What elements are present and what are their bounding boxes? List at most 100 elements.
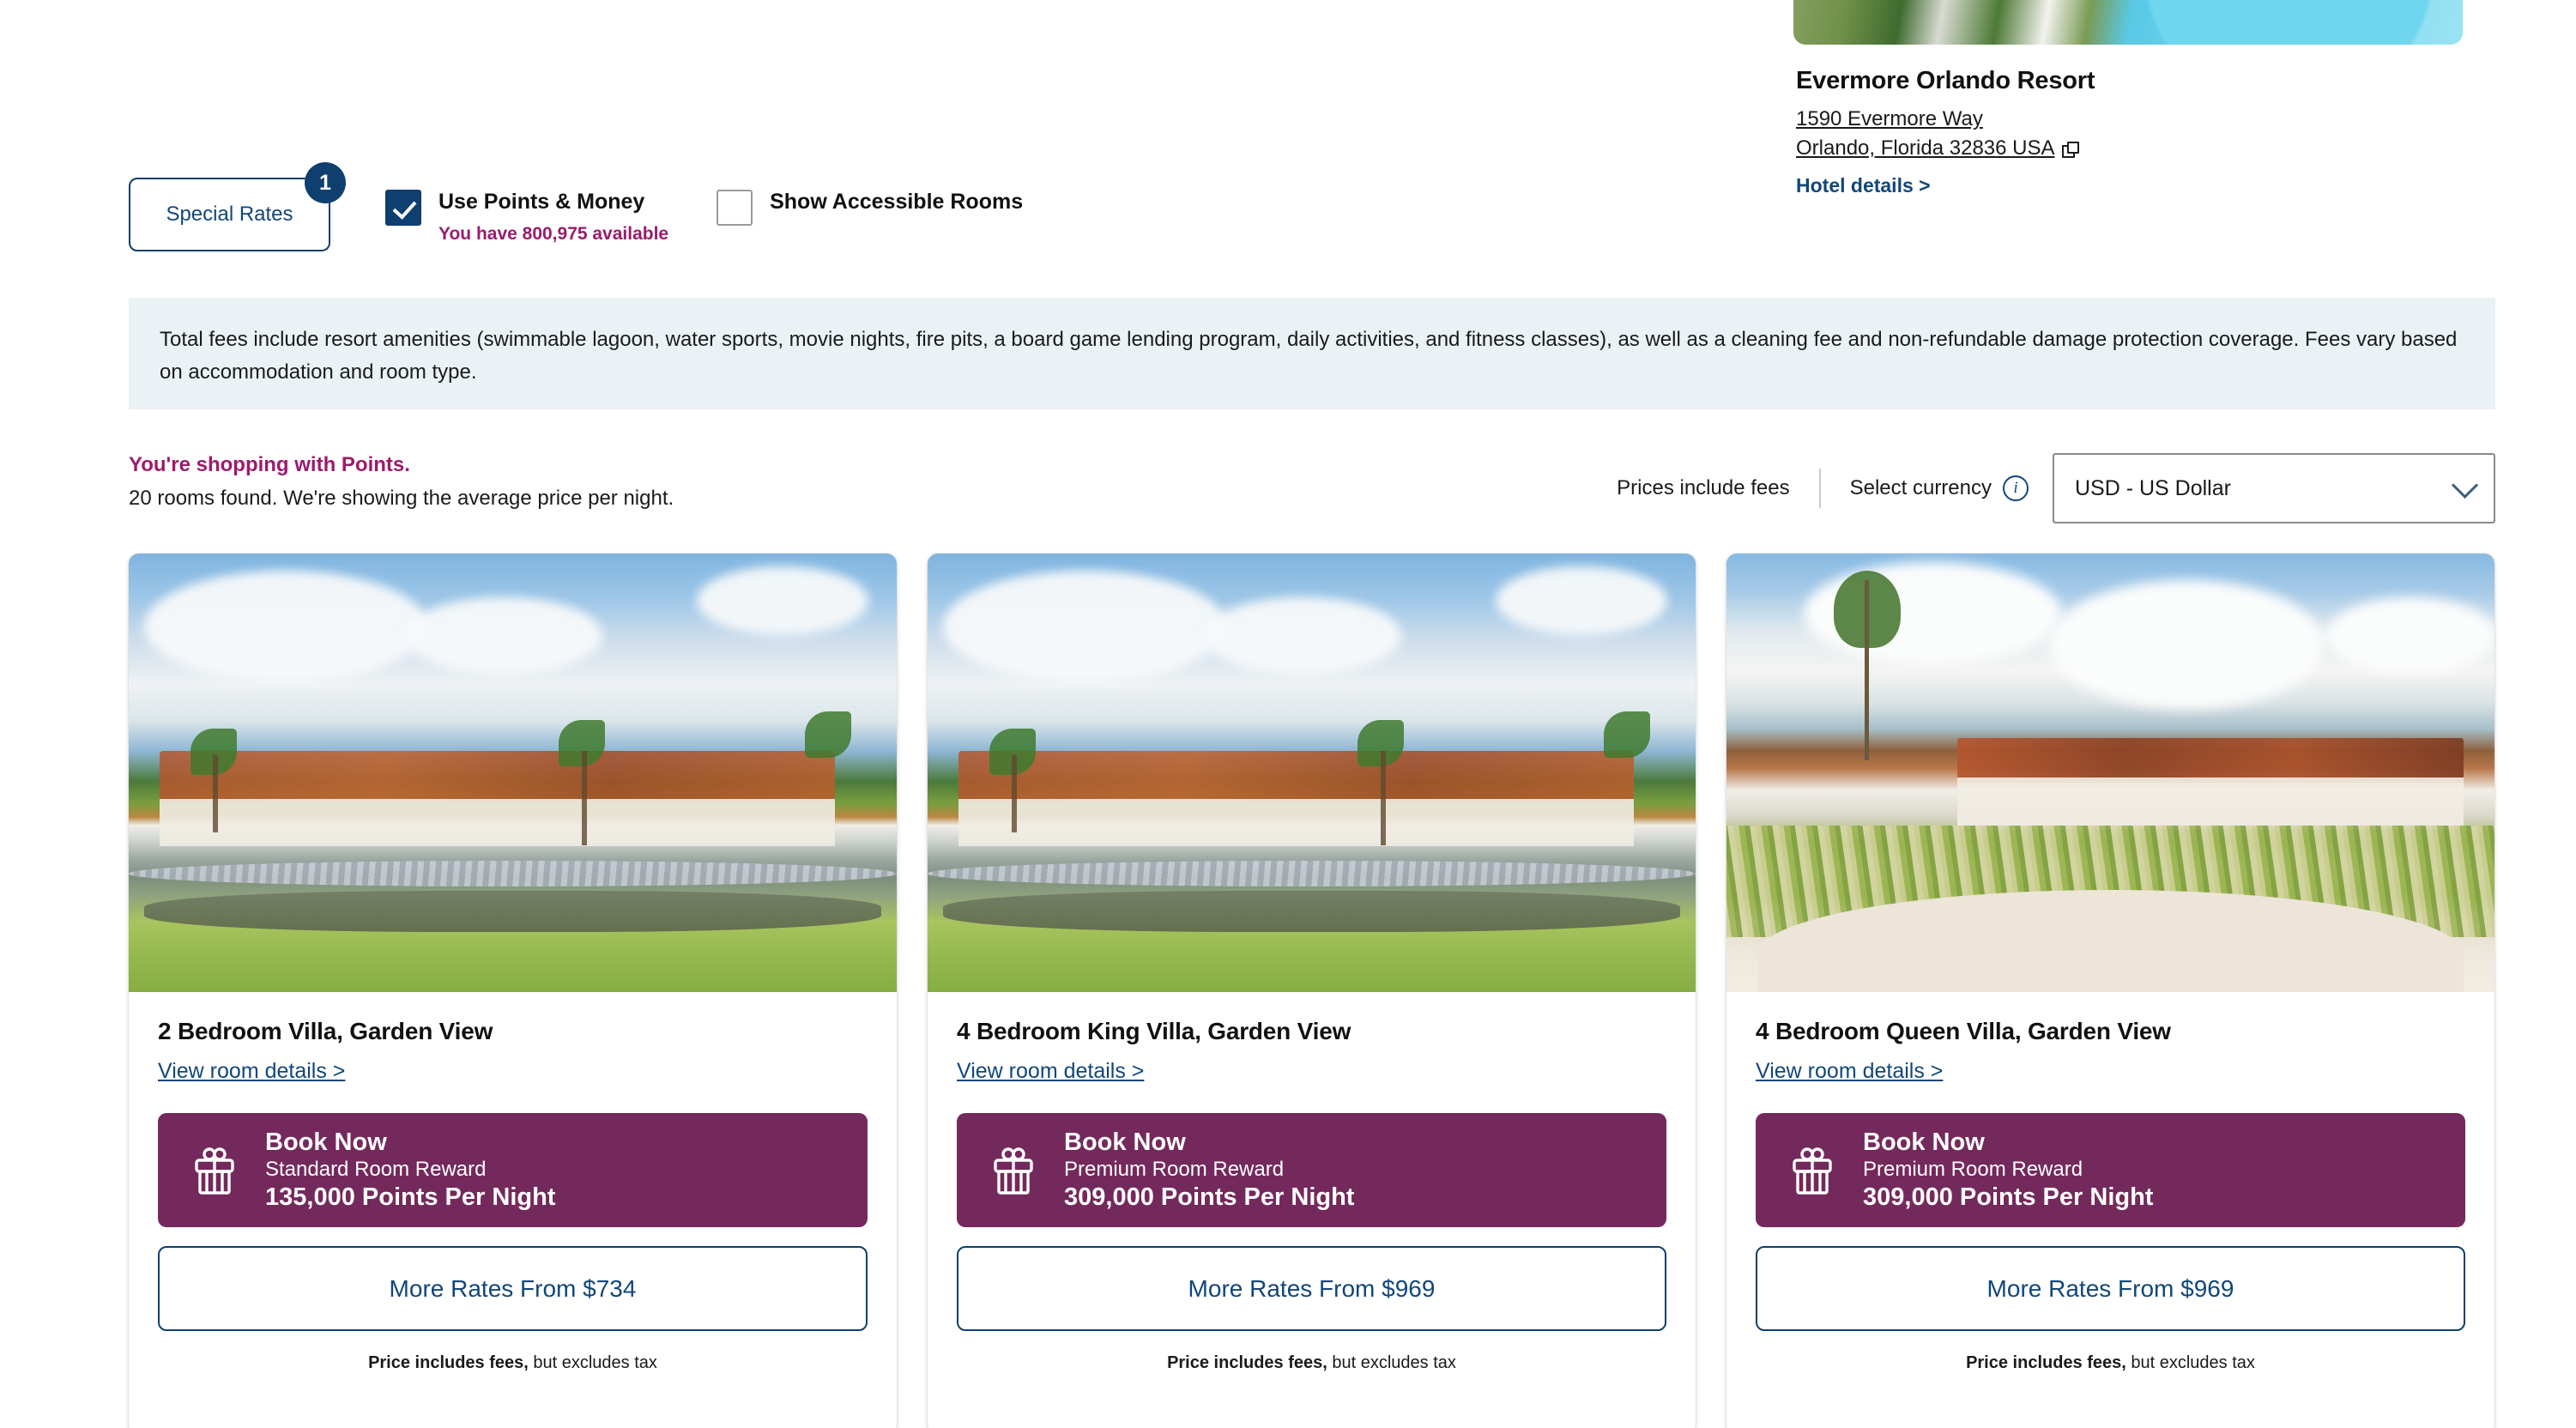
results-summary: You're shopping with Points. 20 rooms fo… <box>129 453 674 511</box>
book-now-texts: Book Now Premium Room Reward 309,000 Poi… <box>1064 1128 1354 1211</box>
book-now-texts: Book Now Standard Room Reward 135,000 Po… <box>265 1128 555 1211</box>
show-accessible-rooms-checkbox[interactable] <box>717 190 753 226</box>
reward-type-label: Premium Room Reward <box>1863 1157 2083 1181</box>
hotel-address-line-1[interactable]: 1590 Evermore Way <box>1796 105 2500 134</box>
pond <box>143 891 882 933</box>
palm-trunk <box>213 755 219 833</box>
cloud <box>697 566 869 636</box>
reward-type-label: Standard Room Reward <box>265 1157 487 1181</box>
fee-note: Price includes fees, but excludes tax <box>158 1353 868 1428</box>
room-image <box>1726 554 2494 992</box>
villa-wall <box>958 799 1635 847</box>
pond <box>942 891 1681 933</box>
shopping-with-points-headline: You're shopping with Points. <box>129 453 410 476</box>
select-currency-label: Select currency <box>1849 476 1992 499</box>
hotel-info-block: Evermore Orlando Resort 1590 Evermore Wa… <box>1796 67 2500 197</box>
points-per-night: 309,000 Points Per Night <box>1064 1183 1355 1211</box>
fee-note-bold: Price includes fees, <box>1167 1353 1327 1372</box>
points-available-text: You have 800,975 available <box>438 223 669 244</box>
view-room-details-link[interactable]: View room details > <box>957 1059 1144 1084</box>
view-room-details-link[interactable]: View room details > <box>1756 1059 1943 1084</box>
book-now-label: Book Now <box>1863 1128 1985 1157</box>
palm-trunk <box>582 750 588 845</box>
filter-row: Special Rates 1 Use Points & Money You h… <box>129 162 1023 251</box>
cloud <box>1496 566 1668 636</box>
pine-trunk <box>1865 579 1870 760</box>
more-rates-button[interactable]: More Rates From $969 <box>957 1246 1666 1331</box>
rock-border <box>928 860 1696 886</box>
cloud <box>942 571 1226 683</box>
room-card-body: 4 Bedroom Queen Villa, Garden View View … <box>1726 992 2494 1428</box>
room-card-body: 2 Bedroom Villa, Garden View View room d… <box>129 992 897 1428</box>
cloud <box>2048 579 2324 709</box>
use-points-money-texts: Use Points & Money You have 800,975 avai… <box>438 190 668 245</box>
fee-note-rest: but excludes tax <box>528 1353 657 1372</box>
special-rates-button[interactable]: Special Rates <box>129 178 330 251</box>
villa-roof <box>1956 737 2464 783</box>
book-now-button[interactable]: Book Now Standard Room Reward 135,000 Po… <box>158 1113 868 1227</box>
show-accessible-rooms-group[interactable]: Show Accessible Rooms <box>717 178 1023 226</box>
room-title: 4 Bedroom Queen Villa, Garden View <box>1756 1018 2171 1044</box>
cloud <box>405 597 603 675</box>
show-accessible-rooms-label: Show Accessible Rooms <box>770 190 1024 214</box>
book-now-button[interactable]: Book Now Premium Room Reward 309,000 Poi… <box>1756 1113 2465 1227</box>
villa-wall <box>1956 777 2464 829</box>
cloud <box>2325 597 2494 675</box>
more-rates-button[interactable]: More Rates From $969 <box>1756 1246 2465 1331</box>
chevron-down-icon[interactable] <box>2451 471 2479 499</box>
room-card-body: 4 Bedroom King Villa, Garden View View r… <box>928 992 1696 1428</box>
prices-include-fees-label: Prices include fees <box>1617 476 1790 499</box>
vertical-divider <box>1818 469 1821 508</box>
show-accessible-rooms-texts: Show Accessible Rooms <box>770 190 1023 215</box>
gift-icon <box>994 1147 1033 1195</box>
gift-icon <box>1793 1147 1832 1195</box>
fee-note: Price includes fees, but excludes tax <box>957 1353 1666 1428</box>
fee-note: Price includes fees, but excludes tax <box>1756 1353 2465 1428</box>
hotel-details-link[interactable]: Hotel details > <box>1796 174 1931 197</box>
book-now-button[interactable]: Book Now Premium Room Reward 309,000 Poi… <box>957 1113 1666 1227</box>
palm-trunk <box>1381 750 1387 845</box>
palm-frond <box>1603 711 1650 758</box>
fee-note-rest: but excludes tax <box>1327 1353 1456 1372</box>
special-rates-wrap: Special Rates 1 <box>129 162 346 251</box>
room-card: 4 Bedroom King Villa, Garden View View r… <box>928 554 1696 1428</box>
fees-banner-text: Total fees include resort amenities (swi… <box>160 328 2458 384</box>
points-per-night: 135,000 Points Per Night <box>265 1183 556 1211</box>
use-points-money-checkbox[interactable] <box>385 190 421 226</box>
book-now-texts: Book Now Premium Room Reward 309,000 Poi… <box>1863 1128 2153 1211</box>
room-title: 2 Bedroom Villa, Garden View <box>158 1018 493 1044</box>
points-per-night: 309,000 Points Per Night <box>1863 1183 2154 1211</box>
hotel-address-line-2[interactable]: Orlando, Florida 32836 USA <box>1796 134 2500 163</box>
villa-roof <box>958 750 1635 802</box>
view-room-details-link[interactable]: View room details > <box>158 1059 345 1084</box>
hotel-address-text-1[interactable]: 1590 Evermore Way <box>1796 107 1983 130</box>
hotel-hero-image <box>1793 0 2463 45</box>
room-image <box>129 554 897 992</box>
rooms-found-text: 20 rooms found. We're showing the averag… <box>129 487 674 510</box>
info-icon[interactable]: i <box>2003 475 2029 501</box>
room-card-list: 2 Bedroom Villa, Garden View View room d… <box>129 554 2495 1428</box>
book-now-label: Book Now <box>265 1128 387 1157</box>
palm-frond <box>804 711 851 758</box>
cloud <box>1204 597 1402 675</box>
external-link-icon[interactable] <box>2061 142 2079 159</box>
fee-note-bold: Price includes fees, <box>1966 1353 2126 1372</box>
room-title: 4 Bedroom King Villa, Garden View <box>957 1018 1351 1044</box>
palm-trunk <box>1012 755 1018 833</box>
gift-icon <box>195 1147 234 1195</box>
currency-selected-value: USD - US Dollar <box>2075 475 2231 500</box>
hotel-address-text-2[interactable]: Orlando, Florida 32836 USA <box>1796 136 2055 160</box>
room-card: 4 Bedroom Queen Villa, Garden View View … <box>1726 554 2494 1428</box>
currency-select[interactable]: USD - US Dollar <box>2053 453 2495 523</box>
room-results-page: Evermore Orlando Resort 1590 Evermore Wa… <box>0 0 2576 1428</box>
hotel-name: Evermore Orlando Resort <box>1796 67 2095 94</box>
villa-wall <box>159 799 836 847</box>
fee-note-rest: but excludes tax <box>2126 1353 2255 1372</box>
room-image <box>928 554 1696 992</box>
use-points-money-label: Use Points & Money <box>438 190 645 214</box>
more-rates-button[interactable]: More Rates From $734 <box>158 1246 868 1331</box>
fee-note-bold: Price includes fees, <box>368 1353 529 1372</box>
book-now-label: Book Now <box>1064 1128 1186 1157</box>
currency-controls: Prices include fees Select currency i US… <box>1617 453 2495 523</box>
use-points-money-group[interactable]: Use Points & Money You have 800,975 avai… <box>385 178 668 245</box>
